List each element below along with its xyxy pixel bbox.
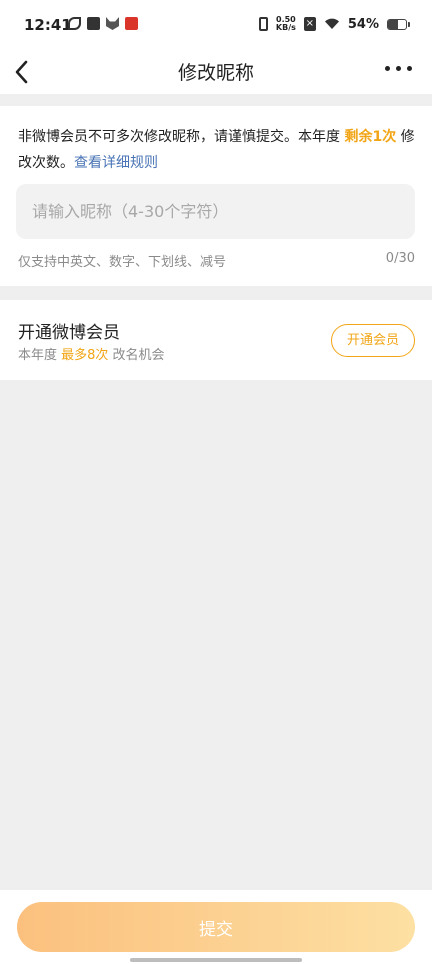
remaining-count: 剩余1次 [344,129,397,145]
page-title: 修改昵称 [177,62,254,84]
more-dot [396,66,401,71]
home-indicator[interactable] [130,958,302,962]
char-counter: 0/30 [385,251,415,266]
battery-tip [408,21,410,27]
bottom-bar: 提交 [0,890,432,964]
leaf-icon [68,17,81,30]
notice-text: 非微博会员不可多次修改昵称，请谨慎提交。本年度 [18,129,345,145]
vip-card: 开通微博会员 本年度 最多8次 改名机会 开通会员 [0,300,432,380]
vip-max-count: 最多8次 [61,348,109,363]
open-vip-button[interactable]: 开通会员 [331,324,415,357]
notification-icons [68,17,138,30]
more-dot [407,66,412,71]
net-speed-unit: KB/s [275,23,296,32]
net-speed: 0.50 KB/s [276,16,296,32]
mail-icon [87,17,100,30]
vip-title: 开通微博会员 [18,323,120,343]
vip-sub-tail: 改名机会 [108,348,165,363]
battery-body [387,18,407,30]
no-sim-icon: × [303,17,316,31]
nickname-input[interactable] [16,184,415,239]
status-bar: 12:41 0.50 KB/s × 54% [0,0,432,48]
nickname-card: 非微博会员不可多次修改昵称，请谨慎提交。本年度 剩余1次 修改次数。查看详细规则… [0,106,432,286]
fox-icon [106,17,119,30]
more-dots-icon[interactable] [385,66,412,71]
nav-bar: 修改昵称 [0,48,432,94]
input-hint: 仅支持中英文、数字、下划线、减号 [18,255,227,270]
battery-icon [387,18,410,30]
status-right: 0.50 KB/s × 54% [258,16,410,32]
vibrate-icon [258,17,268,31]
battery-fill [388,19,398,29]
red-app-icon [125,17,138,30]
view-rules-link[interactable]: 查看详细规则 [74,155,158,171]
vip-subtitle: 本年度 最多8次 改名机会 [18,344,165,363]
wifi-icon [324,18,339,29]
submit-button[interactable]: 提交 [17,902,415,952]
rename-notice: 非微博会员不可多次修改昵称，请谨慎提交。本年度 剩余1次 修改次数。查看详细规则 [18,124,416,176]
status-time: 12:41 [24,16,72,34]
vip-sub-text: 本年度 [18,348,62,363]
battery-text: 54% [347,16,379,32]
more-dot [385,66,390,71]
